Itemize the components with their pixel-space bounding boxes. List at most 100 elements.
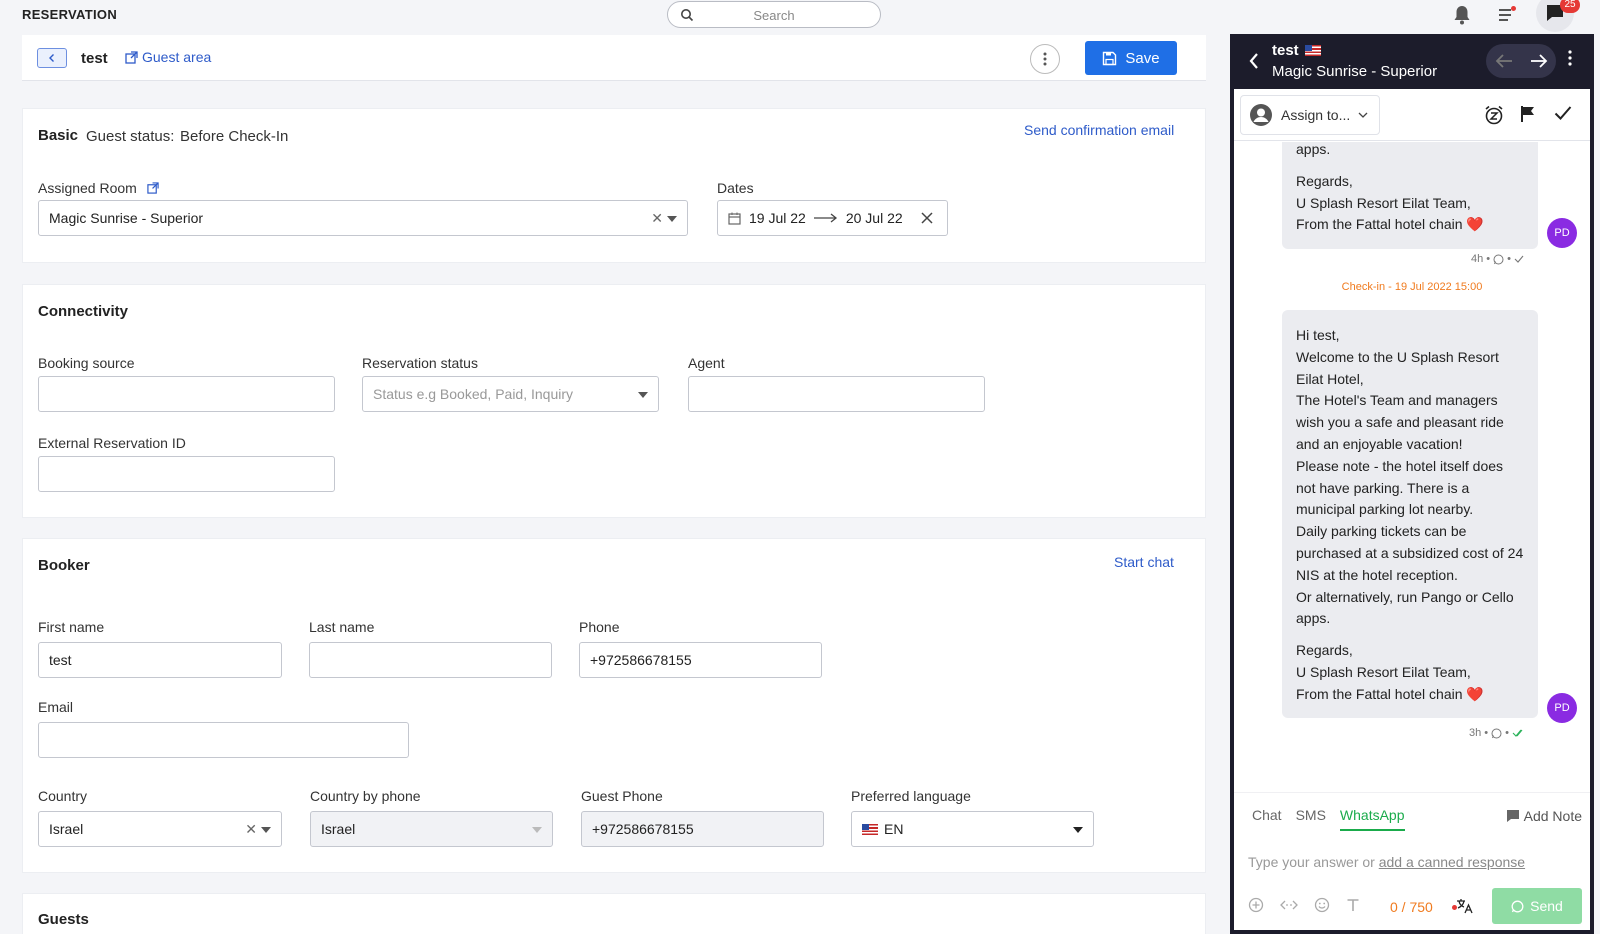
dates-range-picker[interactable]: 19 Jul 22 20 Jul 22 [717, 200, 948, 236]
clear-icon[interactable]: ✕ [245, 821, 257, 838]
message-line: apps. [1296, 142, 1331, 157]
code-icon[interactable] [1280, 898, 1298, 912]
start-chat-link[interactable]: Start chat [1114, 554, 1174, 570]
message-bubble: Hi test, Welcome to the U Splash Resort … [1282, 310, 1538, 718]
top-bar: RESERVATION Search 25 [0, 0, 1600, 32]
arrow-left-icon[interactable] [1495, 54, 1513, 68]
note-icon [1506, 810, 1519, 822]
preferred-language-select[interactable]: EN [851, 811, 1094, 847]
message-meta: 4h • • [1471, 253, 1524, 265]
chat-composer: Chat SMS WhatsApp Add Note Type your ans… [1234, 792, 1590, 930]
assigned-room-select[interactable]: Magic Sunrise - Superior ✕ [38, 200, 688, 236]
assigned-room-value: Magic Sunrise - Superior [49, 210, 204, 226]
reservation-status-select[interactable]: Status e.g Booked, Paid, Inquiry [362, 376, 659, 412]
whatsapp-icon [1493, 254, 1504, 264]
guest-phone-input[interactable]: +972586678155 [581, 811, 824, 847]
search-input[interactable]: Search [667, 1, 881, 28]
message-line: Regards, [1296, 642, 1353, 659]
email-input[interactable] [38, 722, 409, 758]
translate-icon[interactable] [1456, 897, 1474, 915]
external-link-icon[interactable] [147, 182, 159, 194]
booker-section: Booker Start chat First name test Last n… [22, 538, 1206, 873]
country-by-phone-select[interactable]: Israel [310, 811, 553, 847]
last-name-input[interactable] [309, 642, 552, 678]
message-line: From the Fattal hotel chain ❤️ [1296, 216, 1484, 233]
tab-whatsapp[interactable]: WhatsApp [1339, 807, 1405, 831]
message-line: The Hotel's Team and managers [1296, 392, 1498, 409]
phone-label: Phone [579, 619, 620, 635]
phone-input[interactable]: +972586678155 [579, 642, 822, 678]
chevron-left-icon [49, 54, 54, 62]
back-button[interactable] [37, 48, 67, 68]
plus-circle-icon[interactable] [1248, 897, 1264, 913]
avatar: PD [1547, 218, 1577, 248]
calendar-icon [728, 212, 741, 225]
save-icon [1103, 51, 1117, 65]
reply-input[interactable]: Type your answer or add a canned respons… [1248, 854, 1525, 870]
chevron-left-icon[interactable] [1248, 52, 1260, 70]
whatsapp-icon [1511, 900, 1524, 912]
message-line: apps. [1296, 610, 1331, 627]
country-select[interactable]: Israel ✕ [38, 811, 282, 847]
message-bubble: apps. Regards, U Splash Resort Eilat Tea… [1282, 142, 1538, 249]
guests-section: Guests [22, 893, 1206, 934]
message-line: NIS at the hotel reception. [1296, 566, 1458, 583]
check-icon[interactable] [1554, 105, 1572, 121]
assigned-room-label: Assigned Room [38, 180, 159, 196]
emoji-icon[interactable] [1314, 897, 1330, 913]
more-options-button[interactable] [1030, 44, 1060, 74]
basic-section: Basic Guest status: Before Check-In Send… [22, 108, 1206, 263]
date-to: 20 Jul 22 [845, 210, 903, 226]
message-list: apps. Regards, U Splash Resort Eilat Tea… [1234, 142, 1590, 792]
double-check-icon [1512, 729, 1523, 737]
save-button[interactable]: Save [1085, 41, 1177, 75]
reservation-status-placeholder: Status e.g Booked, Paid, Inquiry [373, 386, 574, 402]
snooze-icon[interactable] [1484, 105, 1504, 125]
guest-area-link[interactable]: Guest area [125, 49, 211, 65]
guest-phone-label: Guest Phone [581, 788, 663, 804]
booking-source-input[interactable] [38, 376, 335, 412]
email-label: Email [38, 699, 74, 715]
booker-title: Booker [38, 557, 90, 574]
first-name-input[interactable]: test [38, 642, 282, 678]
text-format-icon[interactable] [1346, 898, 1360, 912]
clear-dates-icon[interactable] [921, 212, 933, 224]
assign-to-dropdown[interactable]: Assign to... [1240, 95, 1380, 135]
assign-toolbar: Assign to... [1234, 89, 1590, 141]
tab-sms[interactable]: SMS [1296, 807, 1326, 831]
message-time: 3h [1469, 727, 1482, 739]
chevron-down-icon [1073, 827, 1083, 833]
search-placeholder: Search [753, 8, 795, 23]
message-line: Hi test, [1296, 327, 1340, 343]
message-meta: 3h • • [1469, 727, 1525, 739]
chevron-down-icon [261, 827, 271, 833]
checkin-event-note: Check-in - 19 Jul 2022 15:00 [1341, 281, 1483, 293]
check-icon [1514, 255, 1524, 263]
send-button[interactable]: Send [1492, 888, 1582, 924]
add-note-button[interactable]: Add Note [1506, 808, 1582, 824]
first-name-label: First name [38, 619, 105, 635]
tab-chat[interactable]: Chat [1252, 807, 1282, 831]
send-confirmation-email-link[interactable]: Send confirmation email [1024, 122, 1174, 138]
arrow-right-icon[interactable] [1530, 54, 1548, 68]
message-line: U Splash Resort Eilat Team, [1296, 663, 1471, 680]
message-line: not have parking. There is a [1296, 479, 1470, 496]
external-reservation-id-input[interactable] [38, 456, 335, 492]
message-time: 4h [1471, 253, 1484, 265]
character-counter: 0 / 750 [1390, 899, 1433, 915]
agent-input[interactable] [688, 376, 985, 412]
whatsapp-icon [1491, 728, 1502, 738]
assign-to-label: Assign to... [1281, 107, 1351, 123]
kebab-icon[interactable] [1568, 50, 1572, 66]
canned-response-link[interactable]: add a canned response [1379, 854, 1525, 870]
flag-icon[interactable] [1520, 105, 1536, 123]
assigned-room-label-text: Assigned Room [38, 180, 137, 196]
reply-placeholder: Type your answer or [1248, 854, 1375, 870]
chat-guest-name-text: test [1272, 42, 1299, 59]
chat-header: test Magic Sunrise - Superior [1234, 34, 1590, 89]
chevron-down-icon [532, 827, 542, 833]
clear-icon[interactable]: ✕ [651, 210, 663, 227]
bell-icon[interactable] [1449, 2, 1475, 28]
